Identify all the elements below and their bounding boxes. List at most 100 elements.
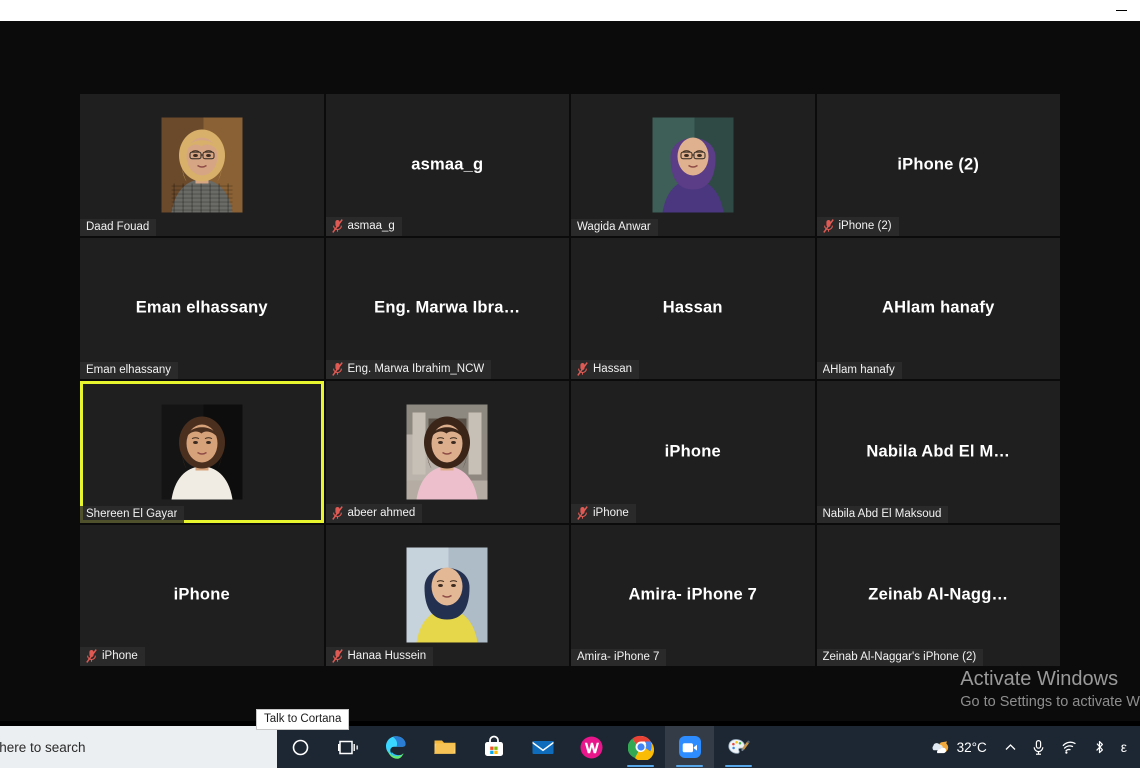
mail-icon	[532, 741, 553, 754]
participant-name-label: Shereen El Gayar	[86, 507, 178, 520]
participant-tile[interactable]: abeer ahmed	[325, 381, 569, 523]
minimize-icon	[1115, 9, 1127, 12]
participant-video	[406, 404, 488, 500]
participant-name-strip: iPhone (2)	[816, 216, 899, 236]
participant-name-label: Eman elhassany	[86, 364, 172, 376]
participant-tile[interactable]: Eng. Marwa Ibra… Eng. Marwa Ibrahim_NCW	[325, 237, 569, 379]
ime-indicator[interactable]: ε	[1114, 726, 1134, 768]
microsoft-store-icon	[484, 735, 503, 756]
minimize-button[interactable]	[1106, 0, 1136, 21]
search-placeholder-text: e here to search	[0, 739, 86, 755]
taskbar-app-file-explorer[interactable]	[420, 726, 469, 768]
participant-display-name: Eman elhassany	[135, 298, 268, 317]
weather-widget[interactable]	[920, 726, 953, 768]
participant-video	[406, 547, 488, 643]
participant-name-label: Zeinab Al-Naggar's iPhone (2)	[822, 651, 977, 663]
participant-name-strip: Hanaa Hussein	[325, 647, 434, 666]
participant-name-strip: Zeinab Al-Naggar's iPhone (2)	[816, 649, 984, 666]
participant-video	[652, 117, 734, 213]
participant-name-strip: AHlam hanafy	[816, 362, 902, 379]
google-chrome-icon	[627, 735, 654, 760]
cortana-button[interactable]	[277, 726, 324, 768]
participant-tile[interactable]: Daad Fouad	[80, 94, 324, 236]
cortana-tooltip: Talk to Cortana	[256, 709, 350, 730]
taskbar-app-zoom[interactable]	[665, 726, 714, 768]
taskbar-app-google-chrome[interactable]	[616, 726, 665, 768]
participant-name-label: iPhone	[593, 506, 629, 519]
participant-tile[interactable]: AHlam hanafy AHlam hanafy	[816, 237, 1060, 379]
microphone-icon	[1033, 739, 1044, 755]
participant-display-name: Hassan	[662, 298, 723, 317]
participant-tile[interactable]: Zeinab Al-Nagg… Zeinab Al-Naggar's iPhone…	[816, 524, 1060, 666]
screen: Daad Fouad asmaa_g asmaa_g Wagida Anwar iPho…	[0, 0, 1140, 768]
bluetooth-icon	[1095, 740, 1103, 753]
participant-display-name: asmaa_g	[411, 155, 484, 174]
participant-tile[interactable]: iPhone iPhone	[80, 524, 324, 666]
participant-tile[interactable]: Shereen El Gayar	[80, 381, 324, 523]
bluetooth-tray-button[interactable]	[1085, 726, 1114, 768]
mic-muted-icon	[86, 649, 97, 663]
participant-name-label: asmaa_g	[347, 219, 395, 232]
participant-tile[interactable]: Eman elhassany Eman elhassany	[80, 237, 324, 379]
microphone-tray-button[interactable]	[1024, 726, 1053, 768]
participant-name-strip: Eng. Marwa Ibrahim_NCW	[325, 360, 492, 379]
zoom-icon	[678, 736, 701, 758]
task-view-icon	[337, 740, 358, 754]
participant-display-name: Nabila Abd El M…	[866, 442, 1011, 461]
cortana-icon	[292, 739, 309, 755]
participant-name-strip: Nabila Abd El Maksoud	[816, 505, 949, 523]
participant-display-name: iPhone	[664, 442, 721, 461]
participant-name-label: Hanaa Hussein	[347, 650, 427, 662]
activate-windows-watermark: Activate Windows Go to Settings to activ…	[960, 666, 1140, 712]
taskbar-app-wps-office[interactable]	[567, 726, 616, 768]
participant-name-strip: Shereen El Gayar	[80, 505, 185, 523]
microsoft-edge-icon	[385, 736, 406, 759]
participant-name-strip: Daad Fouad	[80, 218, 157, 236]
watermark-title: Activate Windows	[960, 668, 1119, 690]
watermark-subtitle: Go to Settings to activate W	[960, 694, 1140, 710]
system-tray: 32°C ε	[920, 726, 1140, 768]
wifi-icon	[1062, 741, 1076, 754]
taskbar-search-input[interactable]: e here to search	[0, 726, 277, 768]
task-view-button[interactable]	[324, 726, 371, 768]
participant-name-strip: iPhone	[571, 503, 636, 523]
participant-tile[interactable]: Nabila Abd El M… Nabila Abd El Maksoud	[816, 381, 1060, 523]
participant-display-name: Zeinab Al-Nagg…	[868, 585, 1009, 604]
participant-name-strip: asmaa_g	[325, 216, 402, 236]
zoom-gallery-stage: Daad Fouad asmaa_g asmaa_g Wagida Anwar iPho…	[0, 21, 1140, 721]
participant-tile[interactable]: iPhone (2) iPhone (2)	[816, 94, 1060, 236]
network-tray-button[interactable]	[1053, 726, 1085, 768]
taskbar-app-mail[interactable]	[518, 726, 567, 768]
show-hidden-icons-button[interactable]	[997, 726, 1024, 768]
participant-tile[interactable]: Hassan Hassan	[571, 237, 815, 379]
paint-icon	[727, 739, 750, 754]
taskbar-app-microsoft-edge[interactable]	[371, 726, 420, 768]
participant-tile[interactable]: Amira- iPhone 7 Amira- iPhone 7	[571, 524, 815, 666]
participant-display-name: AHlam hanafy	[882, 298, 995, 317]
windows-taskbar: e here to search	[0, 726, 1140, 768]
mic-muted-icon	[577, 505, 588, 520]
participant-name-label: Nabila Abd El Maksoud	[822, 507, 942, 520]
taskbar-app-paint[interactable]	[714, 726, 763, 768]
participant-name-strip: Wagida Anwar	[571, 218, 658, 236]
taskbar-app-microsoft-store[interactable]	[469, 726, 518, 768]
running-indicator	[627, 765, 654, 767]
participant-tile[interactable]: iPhone iPhone	[571, 381, 815, 523]
file-explorer-icon	[433, 740, 455, 754]
participant-tile[interactable]: asmaa_g asmaa_g	[325, 94, 569, 236]
participant-name-label: Eng. Marwa Ibrahim_NCW	[347, 363, 485, 375]
ime-label: ε	[1120, 739, 1127, 755]
participant-name-label: iPhone (2)	[838, 219, 892, 232]
mic-muted-icon	[331, 218, 343, 233]
participant-tile[interactable]: Hanaa Hussein	[325, 524, 569, 666]
participant-display-name: Amira- iPhone 7	[628, 585, 758, 604]
participant-name-label: Daad Fouad	[86, 220, 150, 233]
running-indicator	[676, 765, 703, 767]
chevron-up-icon	[1005, 743, 1016, 750]
window-title-bar	[0, 0, 1140, 21]
partly-cloudy-sun-icon	[932, 741, 948, 754]
participant-tile[interactable]: Wagida Anwar	[571, 94, 815, 236]
participant-grid: Daad Fouad asmaa_g asmaa_g Wagida Anwar iPho…	[80, 94, 1060, 666]
participant-display-name: Eng. Marwa Ibra…	[374, 298, 521, 317]
participant-name-strip: abeer ahmed	[325, 503, 423, 523]
